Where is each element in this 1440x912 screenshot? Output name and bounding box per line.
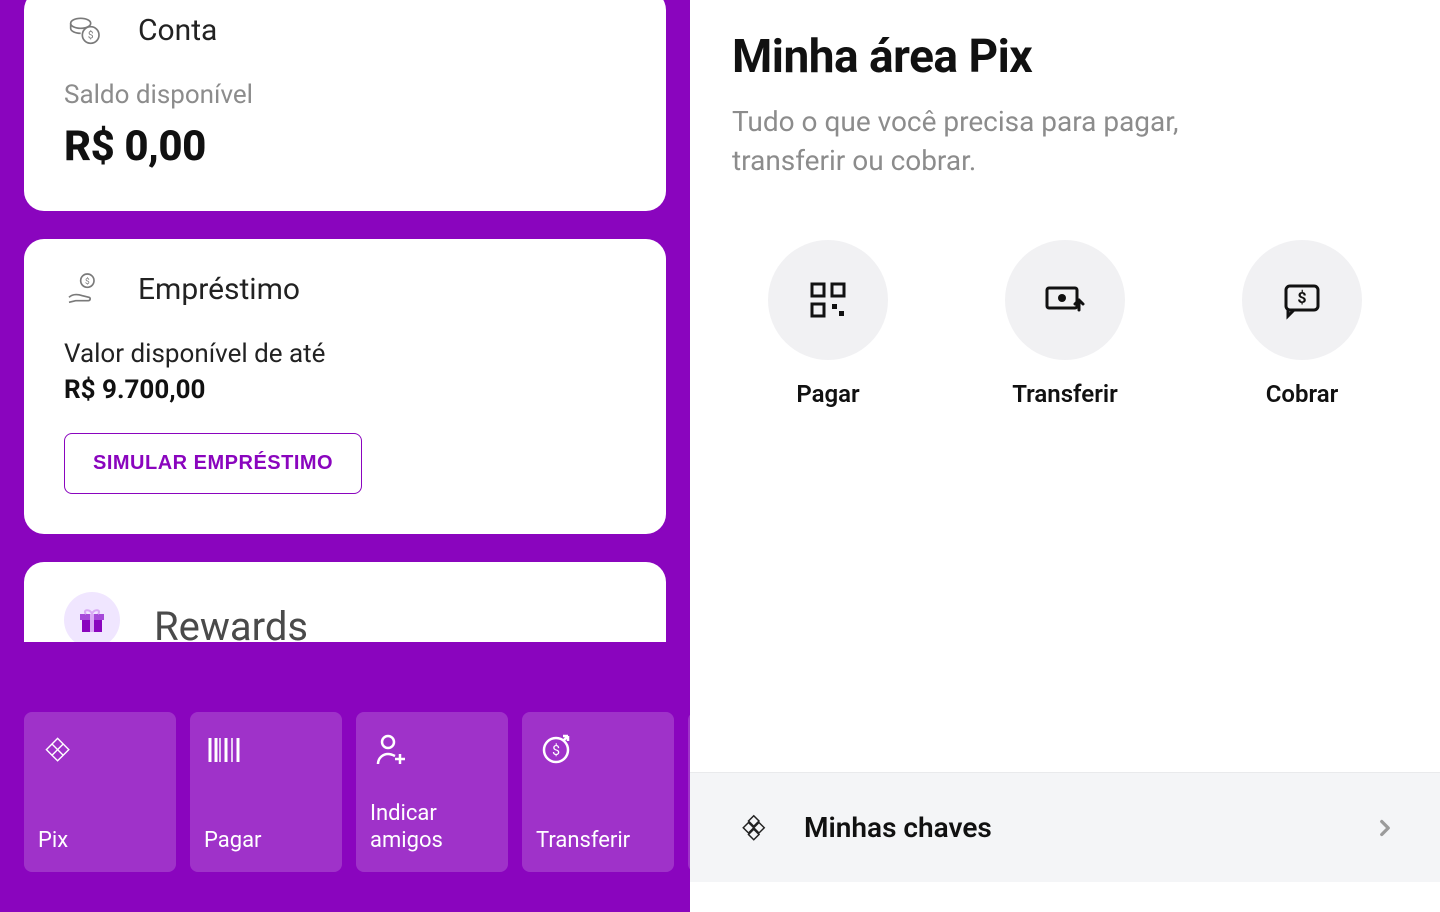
- shortcut-pagar[interactable]: Pagar: [190, 712, 342, 872]
- balance-label: Saldo disponível: [64, 80, 626, 110]
- action-label: Cobrar: [1266, 380, 1339, 408]
- my-keys-label: Minhas chaves: [804, 811, 1372, 844]
- loan-hand-icon: $: [64, 269, 104, 309]
- pix-diamond-icon: [38, 730, 78, 770]
- account-card[interactable]: $ Conta Saldo disponível R$ 0,00: [24, 0, 666, 211]
- transfer-icon: [1043, 278, 1087, 322]
- invite-friends-icon: [370, 730, 410, 770]
- action-label: Transferir: [1012, 380, 1117, 408]
- shortcut-label: Pix: [38, 828, 162, 854]
- shortcut-label: Indicar amigos: [370, 801, 494, 854]
- shortcut-strip: Pix Pagar Indicar amigos: [24, 712, 690, 872]
- pix-title: Minha área Pix: [732, 30, 1398, 84]
- gift-icon: [64, 592, 120, 642]
- balance-value: R$ 0,00: [64, 122, 626, 171]
- pix-subtitle: Tudo o que você precisa para pagar, tran…: [732, 102, 1292, 180]
- shortcut-transferir[interactable]: $ Transferir: [522, 712, 674, 872]
- coins-icon: $: [64, 10, 104, 50]
- charge-icon: $: [1280, 278, 1324, 322]
- my-keys-row[interactable]: Minhas chaves: [690, 772, 1440, 882]
- pix-action-cobrar[interactable]: $ Cobrar: [1222, 240, 1382, 408]
- home-panel: $ Conta Saldo disponível R$ 0,00 $ Empré…: [0, 0, 690, 912]
- transfer-money-icon: $: [536, 730, 576, 770]
- barcode-icon: [204, 730, 244, 770]
- pix-action-row: Pagar Transferir: [732, 240, 1398, 408]
- shortcut-label: Transferir: [536, 828, 660, 854]
- svg-text:$: $: [88, 28, 94, 41]
- shortcut-label: Pagar: [204, 828, 328, 854]
- svg-text:$: $: [552, 742, 560, 759]
- simulate-loan-button[interactable]: SIMULAR EMPRÉSTIMO: [64, 433, 362, 494]
- pix-action-transferir[interactable]: Transferir: [985, 240, 1145, 408]
- svg-text:$: $: [85, 276, 90, 287]
- loan-available-label: Valor disponível de até: [64, 339, 626, 369]
- pix-keys-icon: [732, 806, 776, 850]
- svg-text:$: $: [1297, 288, 1306, 307]
- shortcut-pix[interactable]: Pix: [24, 712, 176, 872]
- loan-title: Empréstimo: [138, 272, 300, 307]
- chevron-right-icon: [1372, 815, 1398, 841]
- loan-card[interactable]: $ Empréstimo Valor disponível de até R$ …: [24, 239, 666, 534]
- pix-action-pagar[interactable]: Pagar: [748, 240, 908, 408]
- account-title: Conta: [138, 13, 217, 48]
- rewards-card[interactable]: Rewards: [24, 562, 666, 642]
- qr-pay-icon: [806, 278, 850, 322]
- action-label: Pagar: [796, 380, 859, 408]
- shortcut-indicar[interactable]: Indicar amigos: [356, 712, 508, 872]
- rewards-title: Rewards: [154, 603, 308, 643]
- loan-available-value: R$ 9.700,00: [64, 375, 626, 405]
- pix-area-panel: Minha área Pix Tudo o que você precisa p…: [690, 0, 1440, 912]
